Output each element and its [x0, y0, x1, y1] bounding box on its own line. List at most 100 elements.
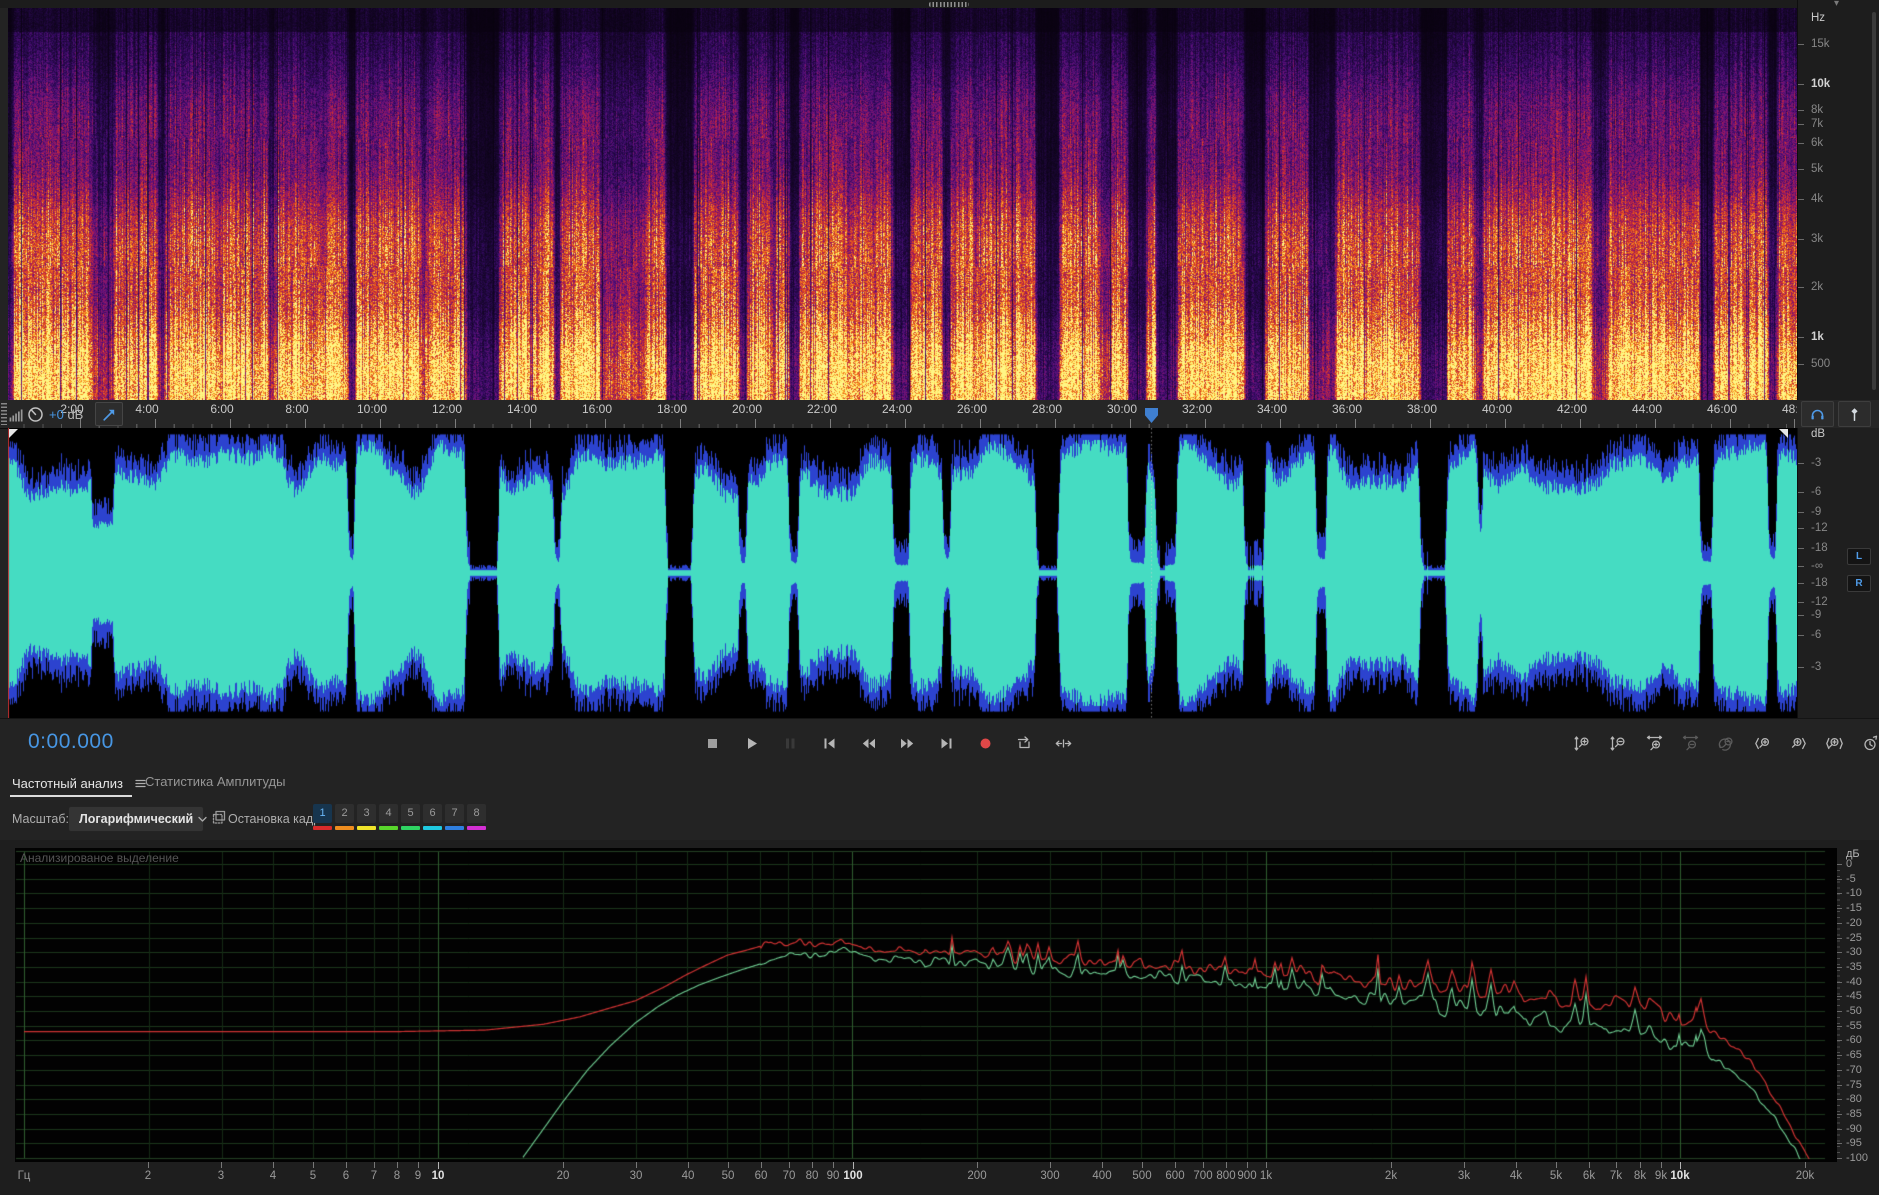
decibel-axis-tick	[1837, 879, 1842, 880]
decibel-axis-tick	[1837, 1055, 1842, 1056]
hold-button-number: 8	[467, 804, 486, 823]
zoom-selection-button[interactable]	[1820, 727, 1848, 759]
amplitude-tick-label: -3	[1811, 457, 1822, 469]
skip-end-button[interactable]	[932, 727, 960, 759]
skip-start-button[interactable]	[815, 727, 843, 759]
hold-button-number: 1	[313, 804, 332, 823]
level-meter-icon[interactable]	[7, 405, 26, 424]
decibel-axis-label: -10	[1846, 887, 1862, 899]
fast-forward-button[interactable]	[893, 727, 921, 759]
decibel-axis-tick	[1837, 1158, 1842, 1159]
frequency-axis-label: 2k	[1384, 1170, 1398, 1182]
top-scrollbar[interactable]	[0, 0, 1879, 8]
timeline-label: 18:00	[656, 402, 688, 416]
scrollbar-grip[interactable]	[929, 2, 969, 7]
amplitude-tick-label: -6	[1811, 486, 1822, 498]
amplitude-tick	[1798, 528, 1804, 529]
tab-frequency-analysis[interactable]: Частотный анализ	[12, 774, 150, 793]
decibel-axis-tick	[1837, 1114, 1842, 1115]
timeline-label: 6:00	[210, 402, 234, 416]
hold-color-bar	[401, 826, 420, 830]
decibel-axis-label: -65	[1846, 1049, 1862, 1061]
channel-button-l[interactable]: L	[1847, 548, 1871, 565]
vertical-zoom-scrollbar[interactable]	[1872, 12, 1876, 390]
frequency-analysis-plot[interactable]	[15, 848, 1837, 1162]
gain-value[interactable]: +0 dB	[49, 407, 83, 422]
decibel-axis-label: -45	[1846, 990, 1862, 1002]
pause-button[interactable]	[776, 727, 804, 759]
timeline-label: 14:00	[506, 402, 538, 416]
marker-button[interactable]	[1838, 401, 1871, 427]
decibel-axis-tick	[1837, 1143, 1842, 1144]
scrub-button[interactable]	[1049, 727, 1077, 759]
play-button[interactable]	[737, 727, 765, 759]
pin-playhead-button[interactable]	[95, 402, 124, 426]
frequency-axis-tick	[148, 1162, 149, 1168]
zoom-out-vertical-button[interactable]	[1604, 727, 1632, 759]
hold-button-8[interactable]: 8	[467, 804, 486, 830]
timeline-ruler[interactable]: 2:00 4:00 6:00 8:00 10:00 12:00 14:00 16:00 18:0…	[0, 400, 1879, 429]
amplitude-tick	[1798, 463, 1804, 464]
hold-color-bar	[313, 826, 332, 830]
decibel-axis-tick	[1837, 864, 1842, 865]
decibel-axis-label: -15	[1846, 902, 1862, 914]
hold-button-4[interactable]: 4	[379, 804, 398, 830]
frequency-axis-tick	[1680, 1162, 1681, 1169]
timeline-label: 26:00	[956, 402, 988, 416]
selection-handle-left[interactable]	[9, 429, 18, 438]
zoom-in-left-button[interactable]	[1748, 727, 1776, 759]
hold-button-3[interactable]: 3	[357, 804, 376, 830]
spectrogram-frequency-ruler[interactable]: ▾ Hz 15k 10k 8k 7k 6k 5k 4k 3k 2k 1k 500	[1797, 0, 1879, 400]
frequency-axis-tick	[1142, 1162, 1143, 1168]
decibel-axis-tick	[1837, 1085, 1842, 1086]
scale-dropdown[interactable]: Логарифмический	[68, 806, 207, 832]
time-display[interactable]: 0:00.000	[28, 730, 114, 754]
decibel-axis-label: -30	[1846, 946, 1862, 958]
spectrogram-canvas[interactable]	[8, 8, 1797, 400]
zoom-out-horizontal-button[interactable]	[1676, 727, 1704, 759]
zoom-in-horizontal-button[interactable]	[1640, 727, 1668, 759]
frequency-tick	[1798, 124, 1804, 125]
frequency-tick-label: 1k	[1811, 331, 1824, 343]
monitor-button[interactable]	[1801, 401, 1834, 427]
channel-button-r[interactable]: R	[1847, 575, 1871, 592]
record-button[interactable]	[971, 727, 999, 759]
zoom-timer-button[interactable]	[1856, 727, 1879, 759]
decibel-axis-label: -95	[1846, 1137, 1862, 1149]
hold-buttons: 12345678	[313, 804, 486, 830]
amplitude-ruler[interactable]: dB -3 -6 -9 -12 -18 -∞ -18 -12 -9 -6 -3 L R	[1797, 428, 1879, 718]
zoom-in-right-button[interactable]	[1784, 727, 1812, 759]
analyzed-selection-label: Анализированое выделение	[20, 851, 179, 865]
copy-snapshot-button[interactable]	[210, 808, 229, 827]
frequency-axis-tick	[313, 1162, 314, 1168]
hold-color-bar	[467, 826, 486, 830]
frequency-tick-label: 3k	[1811, 233, 1824, 245]
frequency-axis-tick	[1247, 1162, 1248, 1168]
tab-amplitude-statistics[interactable]: Статистика Амплитуды	[145, 774, 285, 789]
hold-button-1[interactable]: 1	[313, 804, 332, 830]
amplitude-tick-label: -3	[1811, 661, 1822, 673]
hold-button-2[interactable]: 2	[335, 804, 354, 830]
amplitude-tick-label: -∞	[1811, 560, 1824, 572]
loop-button[interactable]	[1010, 727, 1038, 759]
decibel-axis-label: -100	[1846, 1152, 1869, 1164]
amplitude-unit-label: dB	[1811, 428, 1826, 440]
frequency-axis-tick	[438, 1162, 439, 1169]
hold-button-5[interactable]: 5	[401, 804, 420, 830]
decibel-axis-tick	[1837, 967, 1842, 968]
frequency-axis-tick	[1175, 1162, 1176, 1168]
scale-label: Масштаб:	[12, 812, 69, 826]
stop-button[interactable]	[698, 727, 726, 759]
rewind-button[interactable]	[854, 727, 882, 759]
gain-knob-icon[interactable]	[26, 405, 45, 424]
timeline-label: 32:00	[1181, 402, 1213, 416]
amplitude-tick	[1798, 566, 1804, 567]
hold-color-bar	[335, 826, 354, 830]
waveform-canvas[interactable]	[8, 428, 1797, 718]
hold-button-7[interactable]: 7	[445, 804, 464, 830]
zoom-reset-button[interactable]	[1712, 727, 1740, 759]
zoom-in-vertical-button[interactable]	[1568, 727, 1596, 759]
timeline-label: 40:00	[1481, 402, 1513, 416]
selection-handle-right[interactable]	[1779, 429, 1788, 438]
hold-button-6[interactable]: 6	[423, 804, 442, 830]
